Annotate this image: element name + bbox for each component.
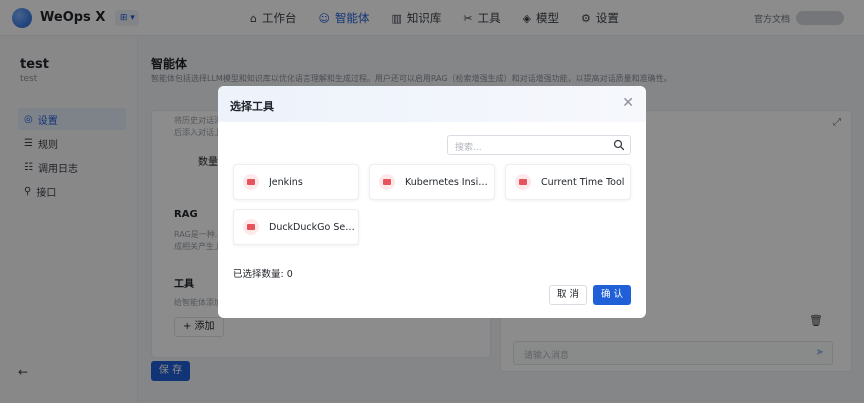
selected-count: 已选择数量: 0 [233,269,293,280]
tool-card-jenkins[interactable]: Jenkins [233,164,359,200]
modal-header: 选择工具 ✕ [218,86,646,122]
tool-icon [515,174,531,190]
tool-label: Jenkins [269,176,303,188]
select-tool-modal: 选择工具 ✕ 搜索... Jenkins Kubernetes Insight … [218,86,646,318]
close-icon[interactable]: ✕ [622,95,634,111]
search-icon[interactable] [613,139,625,151]
tool-icon [243,174,259,190]
tool-label: Kubernetes Insight ... [405,176,493,188]
tool-label: Current Time Tool [541,176,625,188]
tool-label: DuckDuckGo Search [269,221,357,233]
modal-title: 选择工具 [230,100,274,113]
cancel-button[interactable]: 取 消 [549,285,587,305]
tool-icon [243,219,259,235]
tool-card-current-time[interactable]: Current Time Tool [505,164,631,200]
tool-search-input[interactable]: 搜索... [447,135,631,155]
tool-icon [379,174,395,190]
tool-card-duckduckgo-search[interactable]: DuckDuckGo Search [233,209,359,245]
confirm-button[interactable]: 确 认 [593,285,631,305]
search-placeholder: 搜索... [455,143,482,153]
tool-card-kubernetes-insight[interactable]: Kubernetes Insight ... [369,164,495,200]
